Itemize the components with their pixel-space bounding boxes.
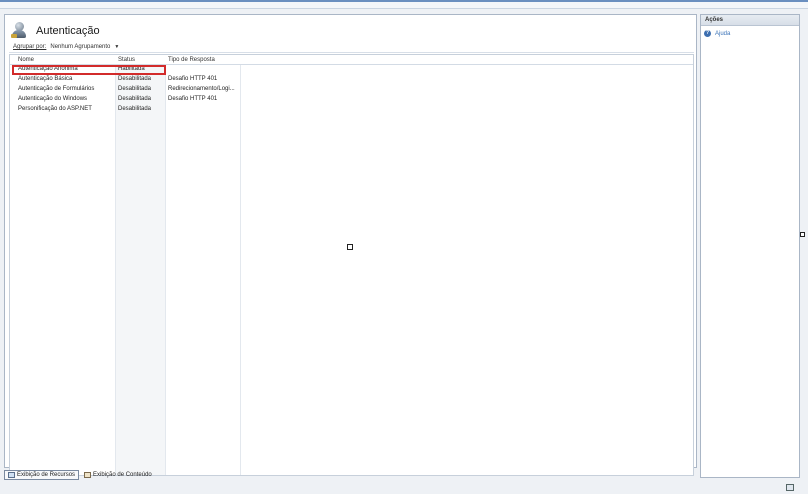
tab-content-view[interactable]: Exibição de Conteúdo (81, 470, 155, 480)
main-panel: Autenticação Agrupar por: Nenhum Agrupam… (4, 14, 697, 476)
actions-panel: Ações ? Ajuda (700, 14, 800, 478)
table-header: Nome Status Tipo de Resposta (10, 55, 693, 65)
group-by-label: Agrupar por: (13, 44, 47, 50)
cell-response: Desafio HTTP 401 (168, 76, 218, 82)
action-label[interactable]: Ajuda (715, 31, 730, 37)
table-row[interactable]: Personificação do ASP.NET Desabilitada (10, 105, 693, 115)
top-strip (0, 0, 808, 9)
page-title: Autenticação (36, 25, 100, 37)
cell-name: Autenticação de Formulários (18, 86, 95, 92)
resize-handle-marker (347, 244, 353, 250)
cell-status: Desabilitada (118, 106, 152, 112)
cell-status: Desabilitada (118, 86, 152, 92)
authentication-user-icon (11, 22, 27, 40)
group-by-dropdown[interactable]: Nenhum Agrupamento (50, 44, 110, 50)
column-divider (115, 65, 116, 475)
cell-response: Redirecionamento/Logi... (168, 86, 235, 92)
features-table: Nome Status Tipo de Resposta Autenticaçã… (9, 54, 694, 476)
cell-status: Desabilitada (118, 76, 152, 82)
tab-label: Exibição de Conteúdo (93, 472, 152, 478)
features-view-icon (8, 472, 15, 478)
cell-status: Desabilitada (118, 96, 152, 102)
table-row[interactable]: Autenticação de Formulários Desabilitada… (10, 85, 693, 95)
status-icon (786, 484, 794, 491)
column-header-response-type[interactable]: Tipo de Resposta (168, 57, 215, 63)
help-icon: ? (704, 30, 711, 37)
column-header-name[interactable]: Nome (18, 57, 34, 63)
group-by-bar: Agrupar por: Nenhum Agrupamento ▼ (9, 42, 694, 53)
selected-row-highlight (12, 65, 166, 75)
cell-name: Personificação do ASP.NET (18, 106, 92, 112)
cell-response: Desafio HTTP 401 (168, 96, 218, 102)
table-row[interactable]: Autenticação do Windows Desabilitada Des… (10, 95, 693, 105)
panel-resize-marker[interactable] (800, 232, 805, 237)
actions-header: Ações (701, 15, 799, 26)
view-tabs: Exibição de Recursos Exibição de Conteúd… (4, 469, 697, 481)
cell-name: Autenticação Básica (18, 76, 73, 82)
tab-features-view[interactable]: Exibição de Recursos (4, 470, 80, 480)
table-row[interactable]: Autenticação Básica Desabilitada Desafio… (10, 75, 693, 85)
page-header: Autenticação (11, 20, 100, 42)
column-header-status[interactable]: Status (118, 57, 135, 63)
tab-label: Exibição de Recursos (17, 472, 76, 478)
column-divider (240, 65, 241, 475)
cell-name: Autenticação do Windows (18, 96, 88, 102)
chevron-down-icon[interactable]: ▼ (114, 44, 119, 50)
content-view-icon (84, 472, 92, 478)
status-column-background (115, 65, 165, 475)
action-help[interactable]: ? Ajuda (704, 30, 799, 37)
column-divider (165, 65, 166, 475)
